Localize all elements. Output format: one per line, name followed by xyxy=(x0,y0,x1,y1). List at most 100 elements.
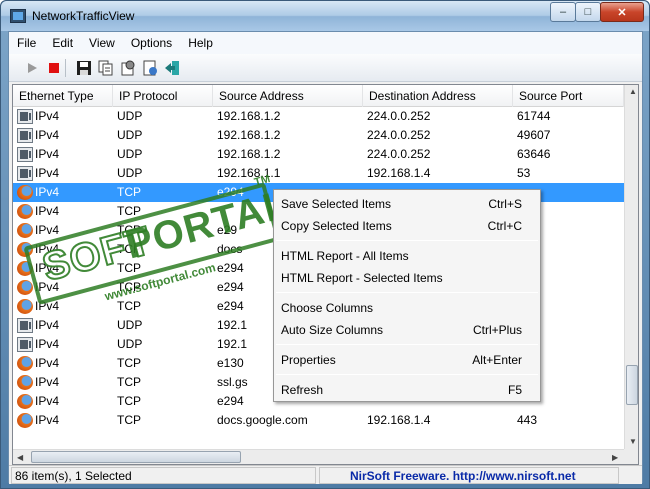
cell-proto: TCP xyxy=(117,375,141,389)
firefox-icon xyxy=(17,299,33,314)
menu-item-auto-size-columns[interactable]: Auto Size Columns Ctrl+Plus xyxy=(276,319,540,341)
context-menu-label: HTML Report - All Items xyxy=(281,249,409,263)
status-credit[interactable]: NirSoft Freeware. http://www.nirsoft.net xyxy=(319,467,619,484)
cell-eth: IPv4 xyxy=(35,128,60,142)
cell-dst: 224.0.0.252 xyxy=(367,109,431,123)
firefox-icon xyxy=(17,413,33,428)
cell-port: 53 xyxy=(517,166,531,180)
scroll-right-icon[interactable]: ▶ xyxy=(612,453,618,462)
firefox-icon xyxy=(17,356,33,371)
context-menu-shortcut: Ctrl+Plus xyxy=(472,323,522,337)
toolbar xyxy=(9,54,642,82)
status-bar: 86 item(s), 1 Selected NirSoft Freeware.… xyxy=(9,465,642,484)
cell-eth: IPv4 xyxy=(35,109,60,123)
minimize-icon: – xyxy=(559,6,567,18)
column-header-source-address[interactable]: Source Address xyxy=(213,85,363,107)
menu-item-html-report-selected-items[interactable]: HTML Report - Selected Items xyxy=(276,267,540,289)
menu-help[interactable]: Help xyxy=(180,32,221,54)
cell-proto: TCP xyxy=(117,356,141,370)
context-menu-shortcut: Ctrl+C xyxy=(487,219,522,233)
horizontal-scrollbar[interactable]: ◀ ▶ xyxy=(13,449,624,464)
cell-src: 192.168.1.2 xyxy=(217,109,281,123)
context-menu-label: Save Selected Items xyxy=(281,197,392,211)
cell-proto: TCP xyxy=(117,394,141,408)
save-button[interactable] xyxy=(75,59,93,77)
menu-file[interactable]: File xyxy=(9,32,44,54)
horizontal-scroll-thumb[interactable] xyxy=(31,451,241,463)
menu-bar: File Edit View Options Help xyxy=(9,32,642,54)
firefox-icon xyxy=(17,394,33,409)
stop-capture-button[interactable] xyxy=(45,59,63,77)
maximize-icon: □ xyxy=(584,6,592,18)
menu-options[interactable]: Options xyxy=(123,32,180,54)
app-window: NetworkTrafficView – □ ✕ File Edit View … xyxy=(0,0,650,489)
context-menu-separator xyxy=(276,292,538,293)
cell-eth: IPv4 xyxy=(35,375,60,389)
table-row[interactable]: IPv4 UDP 192.168.1.2 224.0.0.252 49607 xyxy=(13,126,624,145)
vertical-scrollbar[interactable]: ▲ ▼ xyxy=(624,85,638,449)
context-menu-label: Refresh xyxy=(281,383,324,397)
column-header-ip-protocol[interactable]: IP Protocol xyxy=(113,85,213,107)
vertical-scroll-thumb[interactable] xyxy=(626,365,638,405)
network-adapter-icon xyxy=(17,318,33,333)
network-adapter-icon xyxy=(17,147,33,162)
toolbar-separator xyxy=(65,59,66,77)
menu-item-properties[interactable]: Properties Alt+Enter xyxy=(276,349,540,371)
column-header-source-port[interactable]: Source Port xyxy=(513,85,624,107)
scroll-left-icon[interactable]: ◀ xyxy=(17,453,23,462)
firefox-icon xyxy=(17,280,33,295)
app-icon xyxy=(10,9,26,23)
scroll-down-icon[interactable]: ▼ xyxy=(629,437,637,446)
menu-item-save-selected-items[interactable]: Save Selected Items Ctrl+S xyxy=(276,193,540,215)
table-row[interactable]: IPv4 TCP docs.google.com 192.168.1.4 443 xyxy=(13,411,624,430)
cell-port: 61744 xyxy=(517,109,551,123)
close-button[interactable]: ✕ xyxy=(600,2,644,22)
window-title: NetworkTrafficView xyxy=(32,9,135,23)
context-menu-shortcut: Ctrl+S xyxy=(488,197,522,211)
table-row[interactable]: IPv4 UDP 192.168.1.2 224.0.0.252 61744 xyxy=(13,107,624,126)
cell-eth: IPv4 xyxy=(35,413,60,427)
table-row[interactable]: IPv4 UDP 192.168.1.2 224.0.0.252 63646 xyxy=(13,145,624,164)
cell-proto: UDP xyxy=(117,128,143,142)
network-adapter-icon xyxy=(17,109,33,124)
properties-button[interactable] xyxy=(119,59,137,77)
list-header: Ethernet Type IP Protocol Source Address… xyxy=(13,85,624,107)
cell-port: 63646 xyxy=(517,147,551,161)
menu-edit[interactable]: Edit xyxy=(44,32,81,54)
maximize-button[interactable]: □ xyxy=(575,2,601,22)
cell-src: docs.google.com xyxy=(217,413,308,427)
menu-item-copy-selected-items[interactable]: Copy Selected Items Ctrl+C xyxy=(276,215,540,237)
context-menu-label: Copy Selected Items xyxy=(281,219,392,233)
scroll-up-icon[interactable]: ▲ xyxy=(629,87,637,96)
status-item-count: 86 item(s), 1 Selected xyxy=(11,467,316,484)
title-bar[interactable]: NetworkTrafficView – □ ✕ xyxy=(1,1,649,31)
cell-src: 192.168.1.2 xyxy=(217,128,281,142)
menu-item-html-report-all-items[interactable]: HTML Report - All Items xyxy=(276,245,540,267)
cell-proto: UDP xyxy=(117,337,143,351)
copy-button[interactable] xyxy=(97,59,115,77)
context-menu-shortcut: F5 xyxy=(507,383,522,397)
exit-icon xyxy=(165,61,179,75)
minimize-button[interactable]: – xyxy=(550,2,576,22)
start-capture-button[interactable] xyxy=(23,59,41,77)
menu-item-refresh[interactable]: Refresh F5 xyxy=(276,379,540,401)
column-header-ethernet-type[interactable]: Ethernet Type xyxy=(13,85,113,107)
network-adapter-icon xyxy=(17,337,33,352)
context-menu-separator xyxy=(276,374,538,375)
menu-view[interactable]: View xyxy=(81,32,123,54)
stop-icon xyxy=(49,63,59,73)
cell-eth: IPv4 xyxy=(35,394,60,408)
firefox-icon xyxy=(17,185,33,200)
context-menu: Save Selected Items Ctrl+S Copy Selected I… xyxy=(273,189,541,402)
context-menu-label: Choose Columns xyxy=(281,301,374,315)
cell-proto: TCP xyxy=(117,413,141,427)
scrollbar-corner xyxy=(624,449,638,464)
menu-item-choose-columns[interactable]: Choose Columns xyxy=(276,297,540,319)
context-menu-separator xyxy=(276,344,538,345)
cell-port: 49607 xyxy=(517,128,551,142)
exit-button[interactable] xyxy=(163,59,181,77)
context-menu-shortcut: Alt+Enter xyxy=(472,353,522,367)
html-report-button[interactable] xyxy=(141,59,159,77)
column-header-destination-address[interactable]: Destination Address xyxy=(363,85,513,107)
context-menu-label: HTML Report - Selected Items xyxy=(281,271,443,285)
